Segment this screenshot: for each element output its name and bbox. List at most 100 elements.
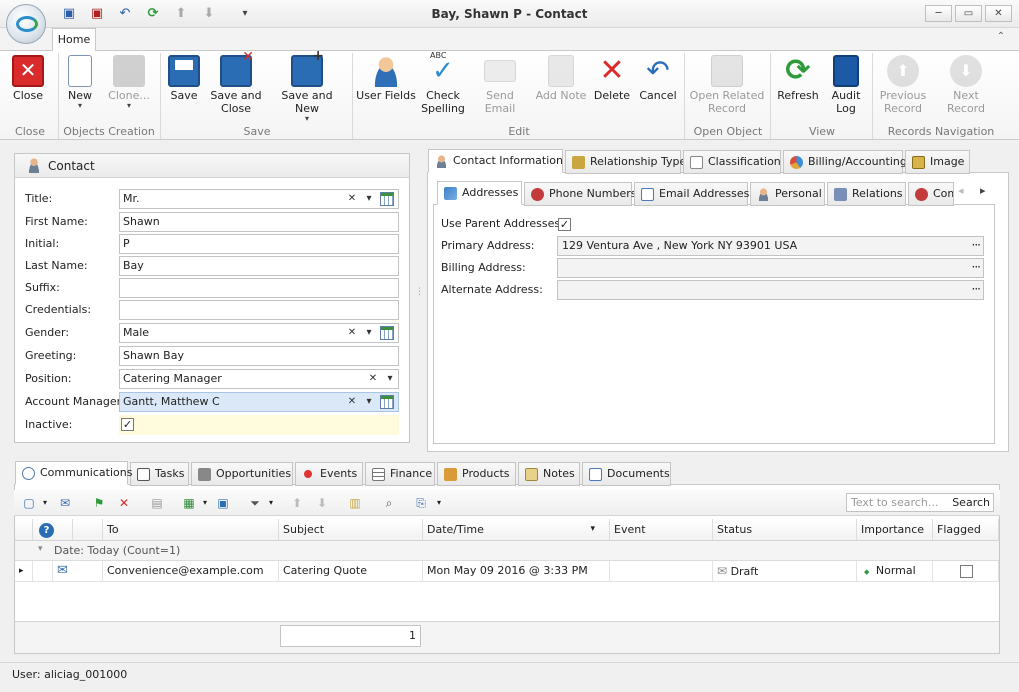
type-column-header[interactable] <box>73 519 103 541</box>
help-column-header[interactable]: ? <box>33 519 73 541</box>
clone-button[interactable]: Clone... ▾ <box>104 53 154 123</box>
primary-address-field[interactable]: 129 Ventura Ave , New York NY 93901 USA … <box>557 236 984 256</box>
cell-importance[interactable]: ◆ Normal <box>857 561 933 582</box>
gender-combo[interactable]: Male ✕ ▾ <box>119 323 399 343</box>
flag-icon[interactable]: ⚑ <box>90 494 108 512</box>
tab-image[interactable]: Image <box>905 150 970 174</box>
tab-relationship-type[interactable]: Relationship Type <box>565 150 686 174</box>
alternate-address-field[interactable]: ··· <box>557 280 984 300</box>
audit-log-button[interactable]: Audit Log <box>824 53 868 123</box>
credentials-field[interactable] <box>119 300 399 320</box>
ellipsis-button[interactable]: ··· <box>972 237 982 253</box>
delete-button[interactable]: ✕ Delete <box>592 53 632 123</box>
importance-column-header[interactable]: Importance <box>857 519 933 541</box>
lookup-grid-icon[interactable] <box>380 192 394 206</box>
ribbon-collapse-icon[interactable]: ⌃ <box>994 31 1008 45</box>
chevron-down-icon[interactable]: ▾ <box>196 494 214 512</box>
collapse-group-icon[interactable]: ▾ <box>38 544 43 554</box>
save-button[interactable]: Save <box>164 53 204 123</box>
search-input[interactable]: Text to search... <box>851 496 938 509</box>
new-button[interactable]: New ▾ <box>60 53 100 123</box>
account-manager-combo[interactable]: Gantt, Matthew C ✕ ▾ <box>119 392 399 412</box>
scroll-right-icon[interactable]: ▸ <box>980 184 992 197</box>
move-down-icon[interactable]: ⬇ <box>313 494 331 512</box>
first-name-field[interactable]: Shawn <box>119 212 399 232</box>
use-parent-addresses-checkbox[interactable]: ✓ <box>558 218 571 231</box>
tab-home[interactable]: Home <box>52 28 96 51</box>
tab-email-addresses[interactable]: Email Addresses <box>634 182 749 206</box>
refresh-button[interactable]: ⟳ Refresh <box>774 53 822 123</box>
search-button[interactable]: Search <box>952 496 990 509</box>
greeting-field[interactable]: Shawn Bay <box>119 346 399 366</box>
clear-icon[interactable]: ✕ <box>345 191 359 207</box>
tab-phone-numbers[interactable]: Phone Numbers <box>524 182 637 206</box>
status-column-header[interactable]: Status <box>713 519 857 541</box>
tab-finance[interactable]: Finance <box>365 462 435 486</box>
cell-status[interactable]: ✉ Draft <box>713 561 857 582</box>
billing-address-field[interactable]: ··· <box>557 258 984 278</box>
clear-icon[interactable]: ✕ <box>366 371 380 387</box>
close-window-button[interactable]: ✕ <box>985 5 1012 22</box>
splitter-handle[interactable]: ⋮ <box>415 288 424 304</box>
user-fields-button[interactable]: User Fields <box>356 53 416 123</box>
tab-notes[interactable]: Notes <box>518 462 580 486</box>
save-and-new-button[interactable]: Save and New ▾ <box>268 50 346 123</box>
previous-record-button[interactable]: ⬆ Previous Record <box>876 53 930 123</box>
chevron-down-icon[interactable]: ▾ <box>36 494 54 512</box>
tab-relations[interactable]: Relations <box>827 182 906 206</box>
suffix-field[interactable] <box>119 278 399 298</box>
minimize-button[interactable]: ─ <box>925 5 952 22</box>
tab-documents[interactable]: Documents <box>582 462 671 486</box>
move-up-icon[interactable]: ⬆ <box>288 494 306 512</box>
save-layout-icon[interactable]: ▣ <box>214 494 232 512</box>
to-column-header[interactable]: To <box>103 519 279 541</box>
cell-subject[interactable]: Catering Quote <box>279 561 423 582</box>
close-button[interactable]: Close <box>4 53 52 123</box>
cancel-button[interactable]: ↶ Cancel <box>636 53 680 123</box>
lookup-grid-icon[interactable] <box>380 395 394 409</box>
chevron-down-icon[interactable]: ▾ <box>362 325 376 341</box>
initial-field[interactable]: P <box>119 234 399 254</box>
check-spelling-button[interactable]: ABC ✓ Check Spelling <box>420 51 466 123</box>
open-related-record-button[interactable]: Open Related Record <box>688 53 766 123</box>
chevron-down-icon[interactable]: ▾ <box>383 371 397 387</box>
send-email-button[interactable]: Send Email <box>470 53 530 123</box>
email-icon[interactable]: ✉ <box>56 494 74 512</box>
tab-tasks[interactable]: Tasks <box>130 462 189 486</box>
clear-icon[interactable]: ✕ <box>345 394 359 410</box>
notes-icon[interactable]: ▥ <box>346 494 364 512</box>
chevron-down-icon[interactable]: ▾ <box>362 394 376 410</box>
app-menu-button[interactable] <box>6 4 46 44</box>
tab-contact-information[interactable]: Contact Information <box>428 149 563 173</box>
print-icon[interactable]: ▤ <box>148 494 166 512</box>
find-icon[interactable]: ⌕ <box>380 494 398 512</box>
chevron-down-icon[interactable]: ▾ <box>430 494 448 512</box>
scroll-left-icon[interactable]: ◂ <box>958 184 970 197</box>
inactive-checkbox[interactable]: ✓ <box>121 418 134 431</box>
tab-addresses[interactable]: Addresses <box>437 181 522 205</box>
clear-icon[interactable]: ✕ <box>345 325 359 341</box>
tab-classification[interactable]: Classification <box>683 150 781 174</box>
add-note-button[interactable]: Add Note <box>534 53 588 123</box>
maximize-button[interactable]: ▭ <box>955 5 982 22</box>
tab-personal[interactable]: Personal <box>750 182 825 206</box>
title-combo[interactable]: Mr. ✕ ▾ <box>119 189 399 209</box>
cell-event[interactable] <box>610 561 713 582</box>
next-record-button[interactable]: ⬇ Next Record <box>934 53 998 123</box>
tab-opportunities[interactable]: Opportunities <box>191 462 293 486</box>
datetime-column-header[interactable]: Date/Time ▾ <box>423 519 610 541</box>
event-column-header[interactable]: Event <box>610 519 713 541</box>
ellipsis-button[interactable]: ··· <box>972 259 982 275</box>
delete-icon[interactable]: ✕ <box>115 494 133 512</box>
chevron-down-icon[interactable]: ▾ <box>262 494 280 512</box>
position-combo[interactable]: Catering Manager ✕ ▾ <box>119 369 399 389</box>
save-and-close-button[interactable]: Save and Close <box>208 51 264 123</box>
lookup-grid-icon[interactable] <box>380 326 394 340</box>
flagged-checkbox[interactable] <box>960 565 973 578</box>
tab-com[interactable]: Com <box>908 182 954 206</box>
cell-datetime[interactable]: Mon May 09 2016 @ 3:33 PM <box>423 561 610 582</box>
flagged-column-header[interactable]: Flagged <box>933 519 999 541</box>
chevron-down-icon[interactable]: ▾ <box>362 191 376 207</box>
last-name-field[interactable]: Bay <box>119 256 399 276</box>
subject-column-header[interactable]: Subject <box>279 519 423 541</box>
